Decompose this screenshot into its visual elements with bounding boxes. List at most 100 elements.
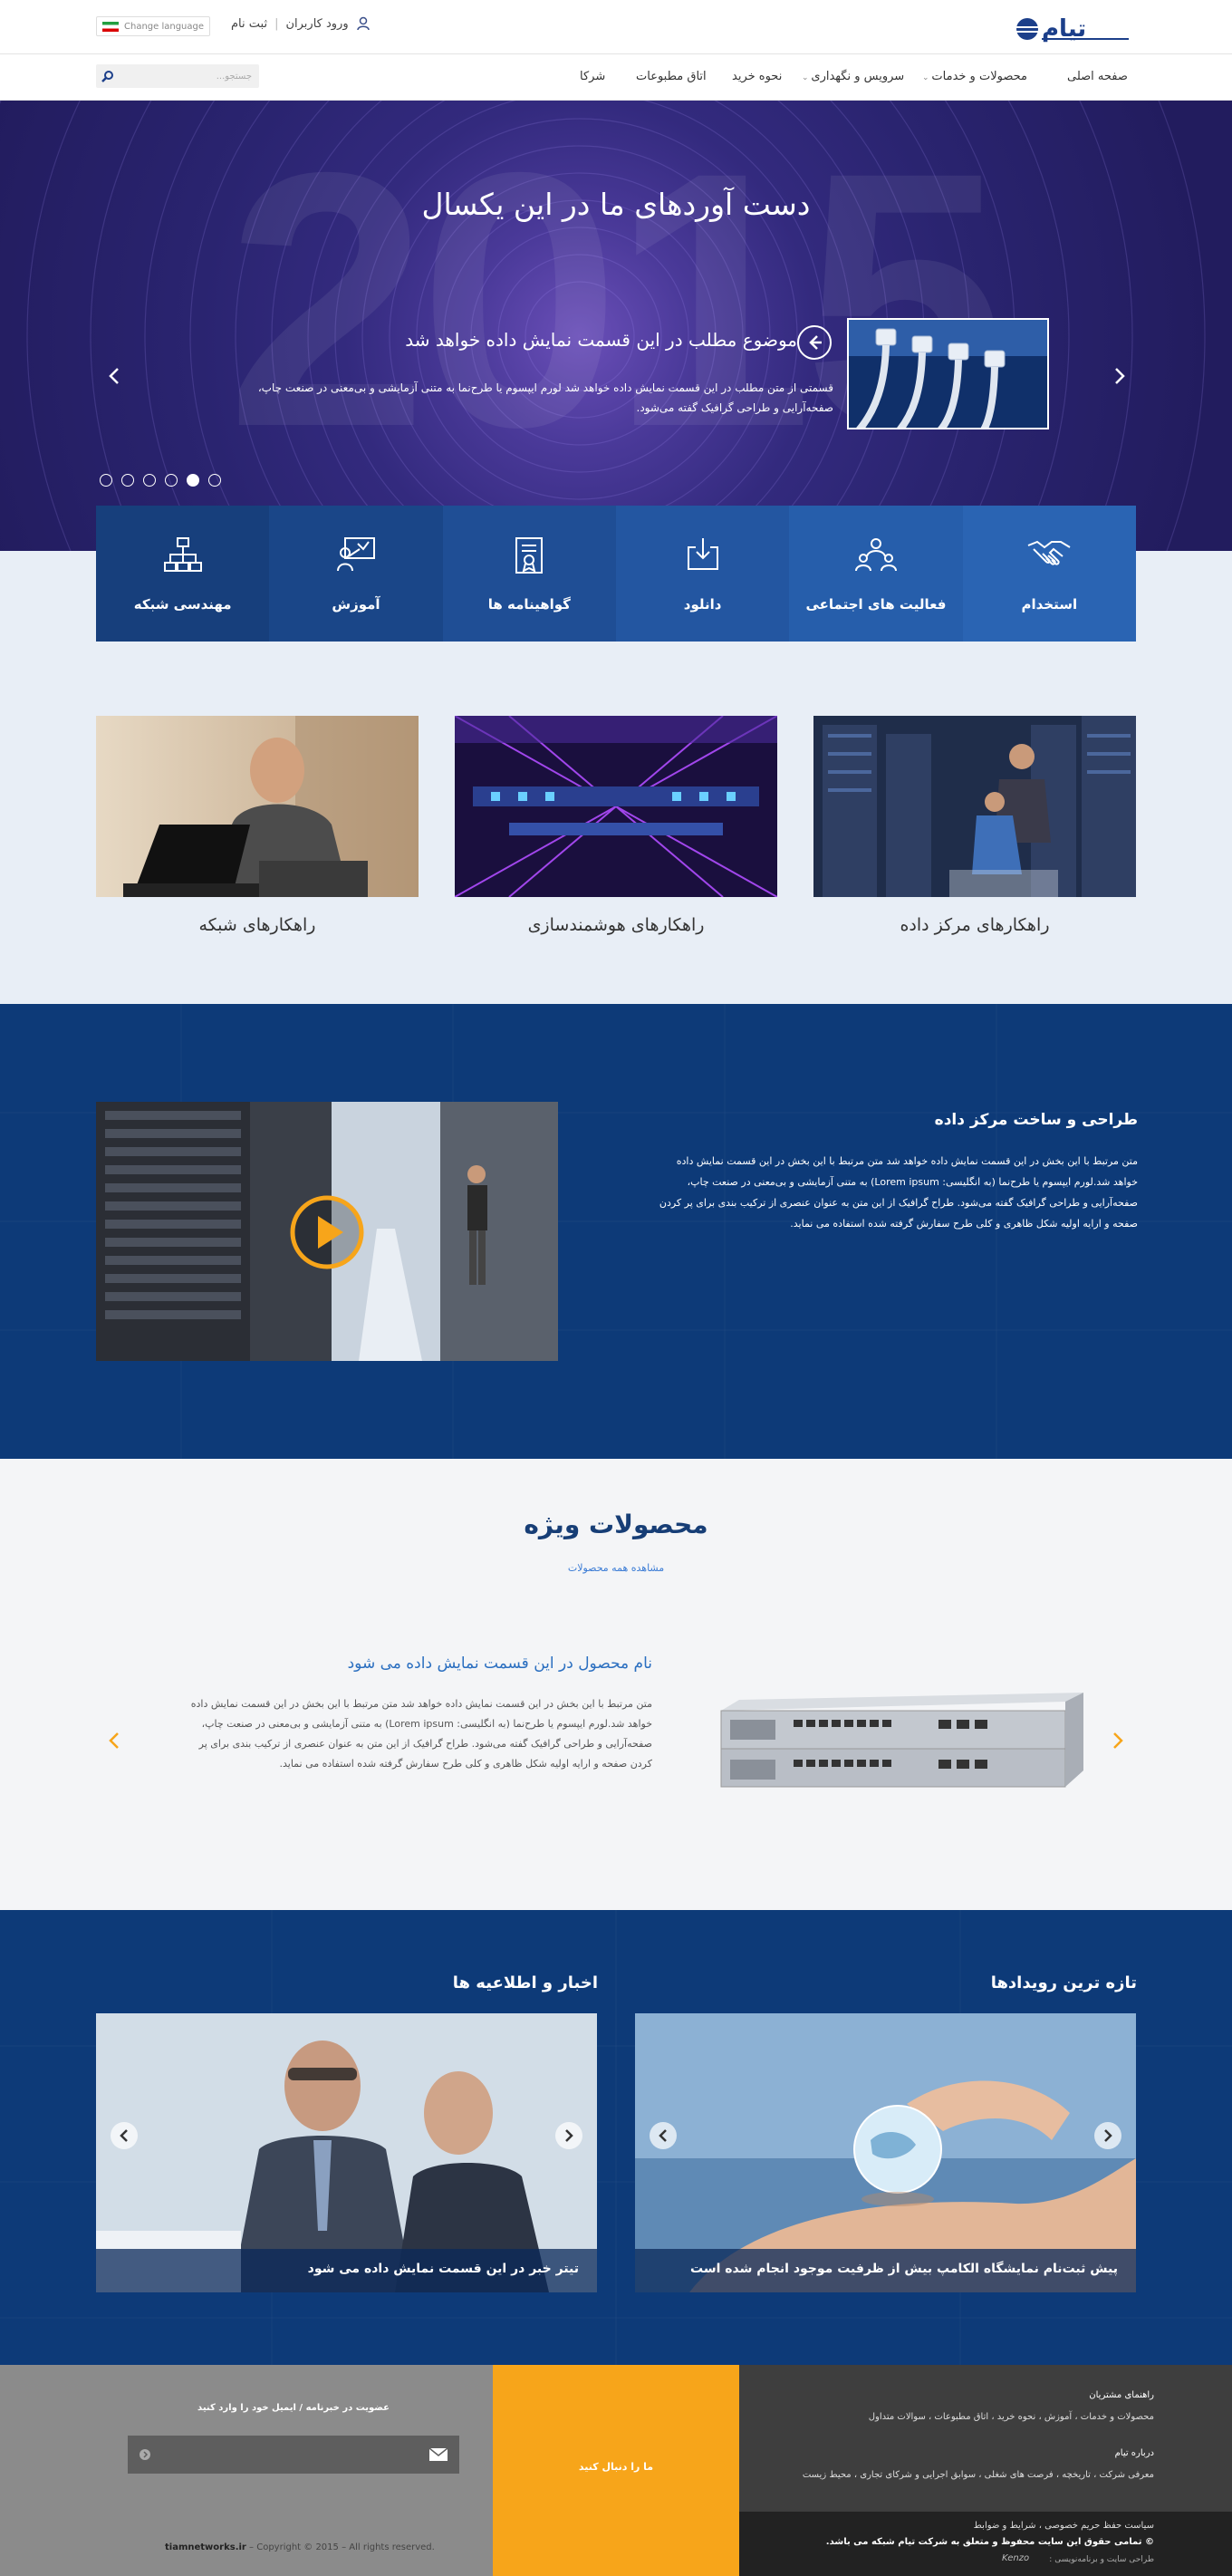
nav-products-chevron-icon: ⌄ xyxy=(922,73,932,82)
news-next-button[interactable] xyxy=(555,2122,582,2149)
solution-image-datacenter xyxy=(813,716,1136,897)
featured-title: محصولات ویژه xyxy=(524,1510,708,1539)
tile-social-activities[interactable]: فعالیت های اجتماعی xyxy=(789,506,963,642)
product-image[interactable] xyxy=(703,1684,1083,1792)
event-next-button[interactable] xyxy=(1094,2122,1121,2149)
tile-label: فعالیت های اجتماعی xyxy=(805,596,947,613)
tile-network-engineering[interactable]: مهندسی شبکه xyxy=(96,506,270,642)
slide-image[interactable] xyxy=(847,318,1049,429)
slider-dot[interactable] xyxy=(100,474,112,487)
play-icon[interactable] xyxy=(287,1192,367,1272)
separator: | xyxy=(274,16,279,31)
video-thumbnail[interactable] xyxy=(96,1102,558,1361)
product-description: متن مرتبط با این بخش در این قسمت نمایش د… xyxy=(190,1698,652,1770)
community-icon xyxy=(854,538,897,572)
tile-label: دانلود xyxy=(683,596,722,613)
about-links[interactable]: معرفی شرکت ، تاریخچه ، فرصت های شغلی ، س… xyxy=(803,2470,1154,2480)
nav-home[interactable]: صفحه اصلی xyxy=(1067,70,1128,83)
language-switcher[interactable]: Change language xyxy=(96,16,211,36)
featured-products-section: محصولات ویژه مشاهده همه محصولات نام محصو… xyxy=(0,1459,1232,1910)
tile-label: گواهینامه ها xyxy=(487,596,571,613)
rights-text: © تمامی حقوق این سایت محفوظ و متعلق به ش… xyxy=(825,2537,1154,2547)
newsletter-title: عضویت در خبرنامه / ایمیل خود را وارد کنی… xyxy=(197,2403,390,2413)
search-icon[interactable] xyxy=(101,70,114,82)
designer-text: طراحی سایت و برنامه‌نویسی : xyxy=(1049,2555,1154,2564)
iran-flag-icon xyxy=(102,21,119,32)
nav-service[interactable]: ⌄ سرویس و نگهداری xyxy=(802,70,904,83)
newsletter-email-input[interactable] xyxy=(128,2436,459,2474)
copyright-text: – Copyright © 2015 – All rights reserved… xyxy=(249,2542,435,2552)
copyright-site[interactable]: tiamnetworks.ir xyxy=(165,2542,246,2552)
nav-products[interactable]: ⌄ محصولات و خدمات xyxy=(922,70,1027,83)
slider-dot[interactable] xyxy=(143,474,156,487)
product-prev-icon[interactable] xyxy=(107,1731,121,1751)
slider-dot[interactable] xyxy=(208,474,221,487)
logo[interactable]: تیام xyxy=(1015,9,1134,43)
download-icon xyxy=(687,538,718,570)
nav-service-chevron-icon: ⌄ xyxy=(802,73,812,82)
news-prev-button[interactable] xyxy=(111,2122,138,2149)
product-next-icon[interactable] xyxy=(1111,1731,1125,1751)
solution-card-smart[interactable]: راهکارهای هوشمندسازی xyxy=(455,716,777,935)
slider-dot[interactable] xyxy=(165,474,178,487)
register-link[interactable]: ثبت نام xyxy=(231,17,267,31)
submit-arrow-icon[interactable] xyxy=(139,2448,151,2461)
tile-certificates[interactable]: گواهینامه ها xyxy=(442,506,616,642)
slider-dot-active[interactable] xyxy=(187,474,199,487)
arrow-left-icon xyxy=(809,335,822,350)
footer: عضویت در خبرنامه / ایمیل خود را وارد کنی… xyxy=(0,2365,1232,2576)
envelope-icon xyxy=(428,2447,448,2461)
guide-title: راهنمای مشتریان xyxy=(1089,2390,1154,2400)
nav-partners[interactable]: شرکا xyxy=(580,70,605,83)
solution-caption-network: راهکارهای شبکه xyxy=(198,915,316,935)
slide-text: قسمتی از متن مطلب در این قسمت نمایش داده… xyxy=(257,381,833,414)
events-title: تازه ترین رویدادها xyxy=(990,1973,1137,1992)
chevron-left-icon xyxy=(120,2129,128,2142)
tile-download[interactable]: دانلود xyxy=(615,506,790,642)
solution-card-network[interactable]: راهکارهای شبکه xyxy=(96,716,419,935)
chevron-right-icon xyxy=(1104,2129,1112,2142)
product-name[interactable]: نام محصول در این قسمت نمایش داده می شود xyxy=(272,1655,652,1673)
slider-dot[interactable] xyxy=(121,474,134,487)
news-events-section: اخبار و اطلاعیه ها تازه ترین رویدادها تی… xyxy=(0,1910,1232,2365)
search-input[interactable]: جستجو... xyxy=(96,64,259,88)
solution-card-datacenter[interactable]: راهکارهای مرکز داده xyxy=(813,716,1136,935)
solution-image-network xyxy=(96,716,419,897)
search-placeholder: جستجو... xyxy=(216,71,252,82)
solution-caption-datacenter: راهکارهای مرکز داده xyxy=(900,915,1050,935)
language-label: Change language xyxy=(124,21,205,32)
chevron-right-icon xyxy=(565,2129,573,2142)
handshake-icon xyxy=(1027,540,1071,565)
hero-slider: 2015 دست آوردهای ما در این یکسال موضوع م… xyxy=(0,101,1232,554)
tile-label: مهندسی شبکه xyxy=(133,596,232,613)
nav-how-to-buy[interactable]: نحوه خرید xyxy=(732,70,782,83)
event-caption: پیش ثبت‌نام نمایشگاه الکامپ بیش از ظرفیت… xyxy=(635,2249,1136,2292)
chevron-left-icon xyxy=(659,2129,667,2142)
hero-title: دست آوردهای ما در این یکسال xyxy=(421,187,811,222)
solution-image-smart xyxy=(455,716,777,897)
event-prev-button[interactable] xyxy=(650,2122,677,2149)
guide-links[interactable]: محصولات و خدمات ، آموزش ، نحوه خرید ، ات… xyxy=(869,2412,1154,2422)
follow-us-label: ما را دنبال کنید xyxy=(578,2461,654,2473)
tile-label: استخدام xyxy=(1021,596,1078,613)
news-card[interactable]: تیتر خبر در این قسمت نمایش داده می شود xyxy=(96,2013,597,2292)
user-icon xyxy=(356,16,370,31)
footer-follow-us: ما را دنبال کنید xyxy=(493,2365,739,2576)
login-link[interactable]: ورود کاربران xyxy=(285,17,348,31)
copyright: tiamnetworks.ir – Copyright © 2015 – All… xyxy=(165,2542,435,2552)
slide-read-more-button[interactable] xyxy=(797,325,832,360)
slide-title[interactable]: موضوع مطلب در این قسمت نمایش داده خواهد … xyxy=(380,329,797,351)
policy-links[interactable]: سیاست حفظ حریم خصوصی ، شرایط و ضوابط xyxy=(974,2521,1154,2531)
top-header: تیام ثبت نام | ورود کاربران Change langu… xyxy=(0,0,1232,54)
nav-press-room[interactable]: اتاق مطبوعات xyxy=(636,70,707,83)
tile-careers[interactable]: استخدام xyxy=(962,506,1136,642)
tile-training[interactable]: آموزش xyxy=(269,506,443,642)
slider-prev-icon[interactable] xyxy=(105,365,123,387)
page: { "header": { "logo_text": "تیام", "logi… xyxy=(0,0,1232,2576)
nav-service-label: سرویس و نگهداری xyxy=(811,70,905,83)
slider-next-icon[interactable] xyxy=(1111,365,1129,387)
view-all-products-link[interactable]: مشاهده همه محصولات xyxy=(0,1562,1232,1574)
designer-logo[interactable]: Kenzo xyxy=(1002,2553,1029,2563)
event-card[interactable]: پیش ثبت‌نام نمایشگاه الکامپ بیش از ظرفیت… xyxy=(635,2013,1136,2292)
login-area: ثبت نام | ورود کاربران xyxy=(231,16,371,31)
